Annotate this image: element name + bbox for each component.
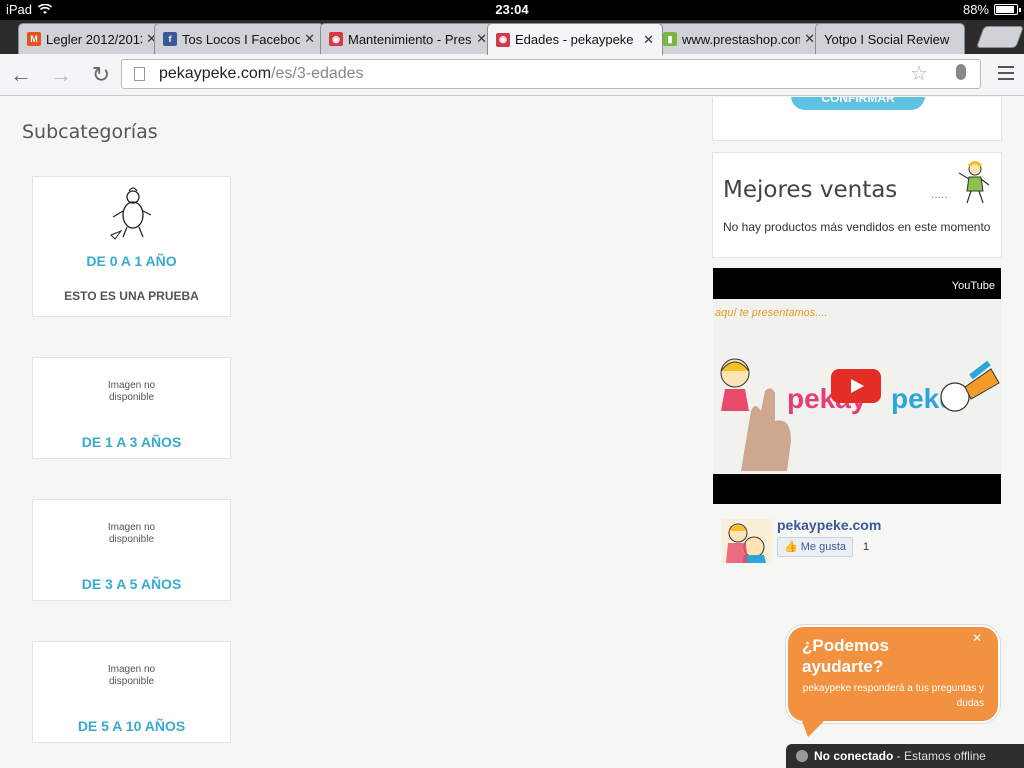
- reload-button[interactable]: ↻: [88, 62, 114, 88]
- play-button-icon[interactable]: [831, 369, 881, 403]
- tab-tos-locos[interactable]: f Tos Locos I Faceboo ✕: [154, 23, 324, 54]
- prestashop-green-icon: ▮: [663, 32, 677, 46]
- facebook-page-name[interactable]: pekaypeke.com: [777, 517, 881, 533]
- status-right: 88%: [962, 2, 1021, 17]
- browser-toolbar: ← → ↻ pekaypeke.com/es/3-edades ☆: [0, 54, 1024, 96]
- chat-status-bar[interactable]: No conectado - Estamos offline: [786, 744, 1024, 768]
- category-card[interactable]: Imagen no disponible DE 5 A 10 AÑOS: [32, 641, 231, 743]
- best-sellers-block: Mejores ventas ..... No hay productos má…: [712, 152, 1002, 258]
- prestashop-icon: ◉: [329, 32, 343, 46]
- chat-status-label: No conectado: [814, 749, 894, 763]
- close-icon[interactable]: ✕: [304, 31, 315, 47]
- tab-title: Yotpo I Social Review: [824, 31, 950, 47]
- boy-drawing-icon: [940, 360, 1000, 412]
- menu-button[interactable]: [998, 66, 1014, 80]
- kids-avatar-icon: [726, 523, 766, 563]
- url-host: pekaypeke.com: [159, 65, 272, 82]
- facebook-like-box: pekaypeke.com 👍 Me gusta 1: [722, 517, 1002, 565]
- category-card[interactable]: Imagen no disponible DE 3 A 5 AÑOS: [32, 499, 231, 601]
- url-text: pekaypeke.com/es/3-edades: [159, 60, 364, 88]
- arrow-left-icon: ←: [10, 62, 32, 87]
- youtube-brand: YouTube: [951, 280, 995, 292]
- magento-icon: M: [27, 32, 41, 46]
- url-path: /es/3-edades: [271, 65, 364, 82]
- page-content: Subcategorías DE 0 A 1 AÑO ESTO ES UNA P…: [0, 97, 1024, 768]
- chat-status-message: - Estamos offline: [893, 749, 986, 763]
- new-tab-button[interactable]: [975, 26, 1024, 48]
- tab-mantenimiento[interactable]: ◉ Mantenimiento - Pres ✕: [320, 23, 496, 54]
- category-name[interactable]: DE 1 A 3 AÑOS: [33, 434, 230, 450]
- kid-drawing-icon: [958, 161, 990, 204]
- battery-percent: 88%: [962, 2, 989, 17]
- image-placeholder: Imagen no disponible: [107, 380, 156, 403]
- category-card[interactable]: Imagen no disponible DE 1 A 3 AÑOS: [32, 357, 231, 459]
- confirm-button[interactable]: CONFIRMAR: [791, 97, 925, 110]
- tab-edades[interactable]: ◉ Edades - pekaypeke ✕: [487, 23, 663, 55]
- image-placeholder: Imagen no disponible: [107, 664, 156, 687]
- chat-invite-bubble[interactable]: ¿Podemos ayudarte? pekaypeke responderá …: [786, 625, 1000, 737]
- close-icon[interactable]: ✕: [972, 631, 982, 645]
- microphone-icon[interactable]: [956, 64, 966, 80]
- tab-title: Tos Locos I Faceboo: [182, 31, 301, 47]
- youtube-video[interactable]: YouTube aquí te presentamos.... pekay pe…: [713, 268, 1001, 504]
- tab-title: Legler 2012/2013: [46, 31, 143, 47]
- close-icon[interactable]: ✕: [643, 32, 654, 48]
- back-button[interactable]: ←: [8, 62, 34, 88]
- category-description: ESTO ES UNA PRUEBA: [64, 289, 199, 303]
- best-sellers-dots: .....: [931, 187, 948, 201]
- clock: 23:04: [495, 2, 529, 17]
- arrow-right-icon: →: [50, 62, 72, 87]
- tab-prestashop[interactable]: ▮ www.prestashop.com ✕: [654, 23, 824, 54]
- bubble-tail: [802, 721, 824, 737]
- category-name[interactable]: DE 5 A 10 AÑOS: [33, 718, 230, 734]
- subcategories-heading: Subcategorías: [22, 121, 158, 143]
- facebook-page-avatar[interactable]: [722, 519, 772, 563]
- chat-invite-title: ¿Podemos ayudarte?: [802, 636, 889, 676]
- thumbs-up-icon: 👍: [784, 541, 798, 553]
- forward-button[interactable]: →: [48, 62, 74, 88]
- baby-drawing-icon: [110, 187, 152, 240]
- category-card[interactable]: DE 0 A 1 AÑO ESTO ES UNA PRUEBA: [32, 176, 231, 317]
- close-icon[interactable]: ✕: [804, 31, 815, 47]
- tab-strip: M Legler 2012/2013 ✕ f Tos Locos I Faceb…: [0, 20, 1024, 55]
- video-intro-text: aquí te presentamos....: [715, 307, 828, 319]
- ios-status-bar: iPad 23:04 88%: [0, 0, 1024, 20]
- close-icon[interactable]: ✕: [476, 31, 487, 47]
- category-name[interactable]: DE 0 A 1 AÑO: [33, 253, 230, 269]
- tab-title: www.prestashop.com: [682, 31, 801, 47]
- best-sellers-empty: No hay productos más vendidos en este mo…: [723, 220, 991, 234]
- facebook-icon: f: [163, 32, 177, 46]
- image-placeholder: Imagen no disponible: [107, 522, 156, 545]
- chat-status-text: No conectado - Estamos offline: [814, 744, 986, 768]
- address-bar[interactable]: pekaypeke.com/es/3-edades ☆: [121, 59, 981, 89]
- category-name[interactable]: DE 3 A 5 AÑOS: [33, 576, 230, 592]
- bookmark-star-icon[interactable]: ☆: [910, 60, 928, 88]
- tab-yotpo[interactable]: Yotpo I Social Review: [815, 23, 965, 54]
- reload-icon: ↻: [91, 62, 111, 87]
- newsletter-block: CONFIRMAR: [712, 97, 1002, 141]
- tab-legler[interactable]: M Legler 2012/2013 ✕: [18, 23, 166, 54]
- best-sellers-title: Mejores ventas: [723, 177, 898, 203]
- tab-title: Mantenimiento - Pres: [348, 31, 472, 47]
- like-count: 1: [863, 541, 870, 553]
- tab-title: Edades - pekaypeke: [515, 32, 634, 47]
- offline-status-icon: [796, 750, 808, 762]
- prestashop-icon: ◉: [496, 32, 510, 47]
- battery-icon: [994, 4, 1021, 15]
- facebook-like-button[interactable]: 👍 Me gusta: [777, 537, 854, 557]
- video-frame: aquí te presentamos.... pekay peke: [713, 299, 1001, 474]
- chat-invite-text: pekaypeke responderá a tus preguntas y d…: [802, 683, 984, 709]
- page-icon: [134, 67, 145, 81]
- like-label: Me gusta: [800, 541, 847, 553]
